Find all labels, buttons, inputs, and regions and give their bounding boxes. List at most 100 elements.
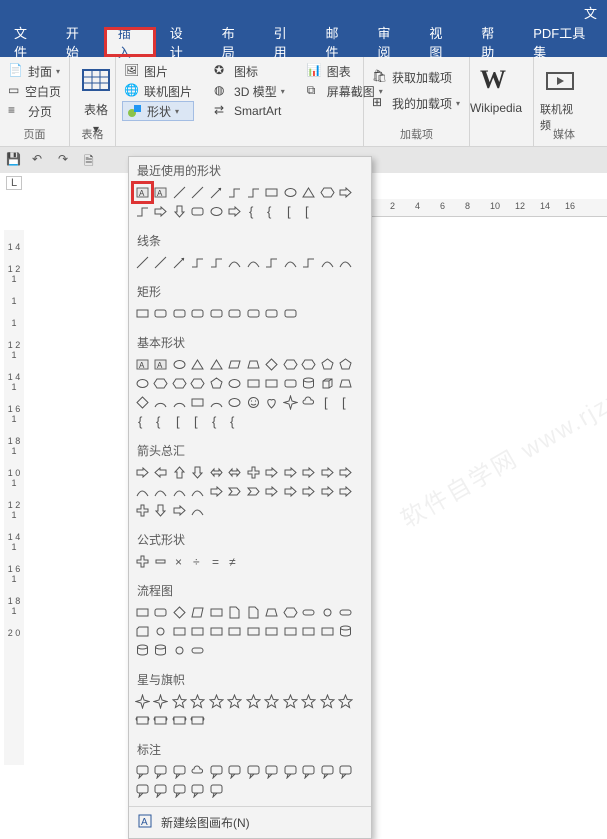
shape-item[interactable]: × [170,552,189,571]
shape-item[interactable] [152,711,171,730]
shape-item[interactable] [244,482,263,501]
shape-item[interactable] [300,482,319,501]
shape-item[interactable] [152,304,171,323]
shape-item[interactable] [207,253,226,272]
shape-item[interactable] [337,482,356,501]
my-addins-button[interactable]: ⊞ 我的加载项 ▾ [370,93,463,113]
shape-item[interactable] [133,552,152,571]
shape-item[interactable] [133,304,152,323]
shape-item[interactable] [189,603,208,622]
page-break-button[interactable]: ≡ 分页 [6,101,63,121]
shape-item[interactable] [263,603,282,622]
shape-item[interactable] [263,374,282,393]
menu-view[interactable]: 视图 [415,27,467,57]
shape-item[interactable] [263,253,282,272]
shape-item[interactable] [152,552,171,571]
shape-item[interactable]: { [207,412,226,431]
shape-item[interactable] [189,304,208,323]
wikipedia-button[interactable]: W Wikipedia [476,61,516,127]
shape-item[interactable] [133,202,152,221]
model3d-button[interactable]: ◍ 3D 模型 ▾ [212,81,287,101]
shape-item[interactable] [189,482,208,501]
menu-layout[interactable]: 布局 [208,27,260,57]
pictures-button[interactable]: 🖼 图片 [122,61,194,81]
shape-item[interactable] [281,253,300,272]
shape-item[interactable] [226,622,245,641]
shape-item[interactable] [281,622,300,641]
shape-item[interactable]: A [152,183,171,202]
shape-item[interactable] [300,355,319,374]
shape-item[interactable] [281,482,300,501]
shape-item[interactable] [189,202,208,221]
shape-item[interactable] [189,622,208,641]
shape-item[interactable] [207,781,226,800]
shape-item[interactable] [152,202,171,221]
shape-item[interactable] [318,374,337,393]
shape-item[interactable] [207,482,226,501]
shape-item[interactable] [244,253,263,272]
shape-item[interactable] [337,463,356,482]
shape-item[interactable] [152,781,171,800]
shape-item[interactable] [207,463,226,482]
shape-item[interactable] [207,304,226,323]
shape-item[interactable] [318,622,337,641]
shape-item[interactable] [152,622,171,641]
shape-item[interactable] [133,622,152,641]
undo-icon[interactable]: ↶ [32,152,48,168]
shape-item[interactable] [263,692,282,711]
shape-item[interactable] [244,393,263,412]
shape-item[interactable] [263,482,282,501]
shape-item[interactable] [170,482,189,501]
shape-item[interactable]: { [133,412,152,431]
shape-item[interactable] [133,641,152,660]
menu-design[interactable]: 设计 [156,27,208,57]
shape-item[interactable]: ÷ [189,552,208,571]
shape-item[interactable] [152,603,171,622]
shape-item[interactable] [318,463,337,482]
shape-item[interactable] [318,692,337,711]
shape-item[interactable]: = [207,552,226,571]
shape-item[interactable] [133,692,152,711]
shape-item[interactable] [318,253,337,272]
shape-item[interactable] [263,183,282,202]
shape-item[interactable] [337,183,356,202]
shape-item[interactable] [281,304,300,323]
shape-item[interactable] [318,482,337,501]
shape-item[interactable] [244,463,263,482]
menu-mailings[interactable]: 邮件 [312,27,364,57]
shape-item[interactable] [189,183,208,202]
shape-item[interactable] [337,355,356,374]
shape-item[interactable]: A [152,355,171,374]
shape-item[interactable] [170,393,189,412]
shape-item[interactable]: ≠ [226,552,245,571]
shape-item[interactable] [189,501,208,520]
shape-item[interactable] [300,374,319,393]
redo-icon[interactable]: ↷ [58,152,74,168]
shape-item[interactable] [170,501,189,520]
shape-item[interactable] [226,482,245,501]
shape-item[interactable] [244,183,263,202]
shape-item[interactable] [152,393,171,412]
shape-item[interactable]: [ [281,202,300,221]
shape-item[interactable] [318,603,337,622]
shape-item[interactable]: A [133,183,152,202]
menu-pdf[interactable]: PDF工具集 [519,27,607,57]
shape-item[interactable] [133,463,152,482]
shape-item[interactable] [189,393,208,412]
shape-item[interactable] [170,202,189,221]
shape-item[interactable] [189,692,208,711]
shape-item[interactable] [337,622,356,641]
shape-item[interactable] [189,253,208,272]
menu-review[interactable]: 审阅 [363,27,415,57]
shape-item[interactable] [189,374,208,393]
menu-file[interactable]: 文件 [0,27,52,57]
icons-button[interactable]: ✪ 图标 [212,61,287,81]
shape-item[interactable] [318,183,337,202]
shape-item[interactable] [133,393,152,412]
shape-item[interactable] [318,355,337,374]
shape-item[interactable] [170,183,189,202]
new-canvas-button[interactable]: A 新建绘图画布(N) [129,806,371,838]
shape-item[interactable] [300,393,319,412]
shape-item[interactable] [337,603,356,622]
shape-item[interactable] [300,463,319,482]
